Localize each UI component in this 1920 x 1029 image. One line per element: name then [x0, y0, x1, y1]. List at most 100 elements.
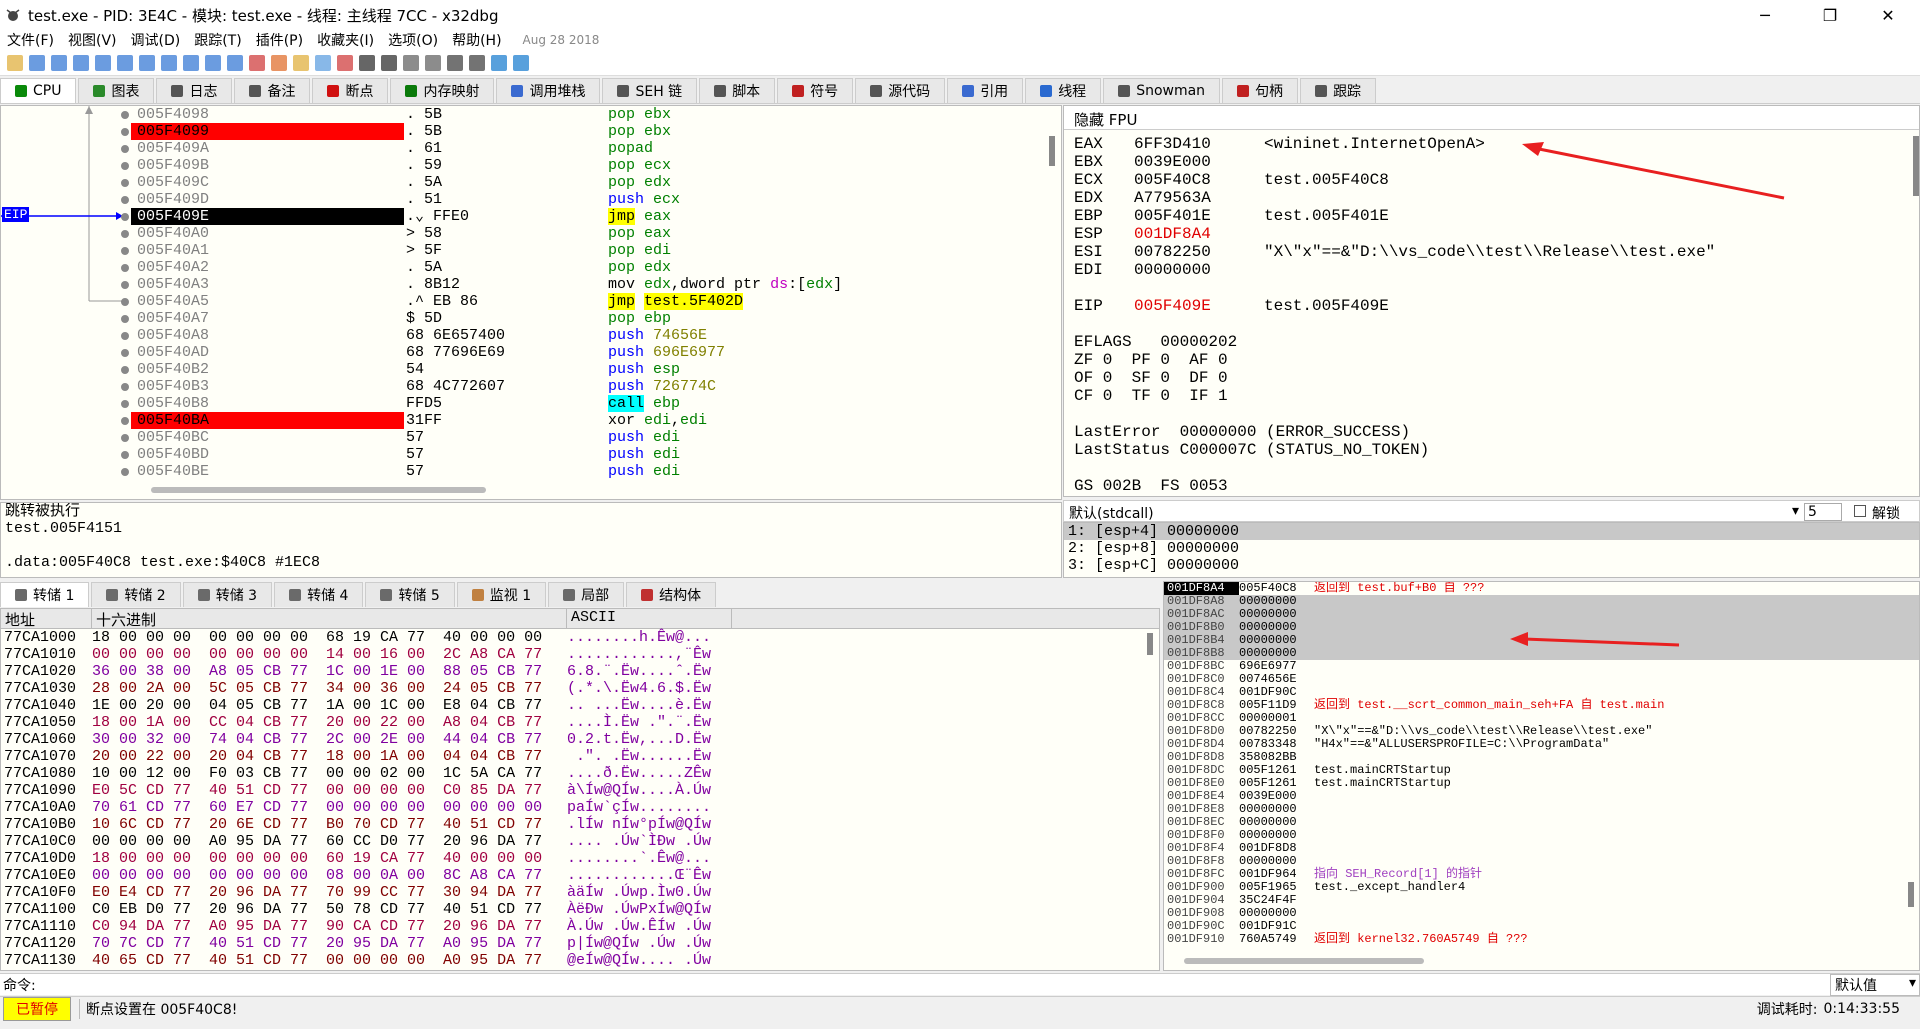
disasm-address[interactable]: 005F40BE — [121, 463, 404, 480]
unlock-checkbox[interactable] — [1854, 505, 1866, 517]
disasm-instruction[interactable]: push 696E6977 — [608, 344, 1048, 361]
breakpoint-dot-icon[interactable] — [121, 162, 129, 170]
disasm-instruction[interactable]: pop ebp — [608, 310, 1048, 327]
tab-6[interactable]: 调用堆栈 — [496, 78, 601, 103]
bookmark-icon[interactable] — [337, 54, 353, 71]
disasm-instruction[interactable]: push edi — [608, 463, 1048, 480]
dump-row[interactable]: 77CA1050 18 00 1A 00 CC 04 CB 77 20 00 22… — [1, 714, 1159, 731]
disasm-address[interactable]: 005F409C — [121, 174, 404, 191]
register-row[interactable]: EDI 00000000 — [1064, 261, 1919, 279]
disasm-address[interactable]: 005F40A7 — [121, 310, 404, 327]
dump-row[interactable]: 77CA10D0 18 00 00 00 00 00 00 00 60 19 CA… — [1, 850, 1159, 867]
dump-row[interactable]: 77CA1040 1E 00 20 00 04 05 CB 77 1A 00 1C… — [1, 697, 1159, 714]
breakpoint-dot-icon[interactable] — [121, 230, 129, 238]
maximize-button[interactable]: ❐ — [1800, 0, 1860, 30]
register-row[interactable]: EDX A779563A — [1064, 189, 1919, 207]
dump-tab-4[interactable]: 转储 5 — [365, 582, 455, 607]
disasm-instruction[interactable]: push 726774C — [608, 378, 1048, 395]
tab-5[interactable]: 内存映射 — [390, 78, 495, 103]
breakpoint-dot-icon[interactable] — [121, 383, 129, 391]
disasm-instruction[interactable]: jmp test.5F402D — [608, 293, 1048, 310]
menu-debug[interactable]: 调试(D) — [131, 30, 181, 50]
dump-tab-5[interactable]: 监视 1 — [456, 582, 547, 607]
tab-7[interactable]: SEH 链 — [602, 78, 698, 103]
disasm-instruction[interactable]: pop ecx — [608, 157, 1048, 174]
tab-13[interactable]: Snowman — [1103, 78, 1221, 103]
registers-scrollbar[interactable] — [1913, 136, 1919, 196]
dump-tab-3[interactable]: 转储 4 — [274, 582, 364, 607]
fpu-toggle[interactable]: 隐藏 FPU — [1064, 106, 1919, 130]
menu-help[interactable]: 帮助(H) — [452, 30, 501, 50]
menu-file[interactable]: 文件(F) — [7, 30, 54, 50]
breakpoint-dot-icon[interactable] — [121, 451, 129, 459]
dump-row[interactable]: 77CA10F0 E0 E4 CD 77 20 96 DA 77 70 99 CC… — [1, 884, 1159, 901]
tab-0[interactable]: CPU — [0, 78, 77, 103]
dump-row[interactable]: 77CA1090 E0 5C CD 77 40 51 CD 77 00 00 00… — [1, 782, 1159, 799]
disasm-instruction[interactable]: pop edx — [608, 174, 1048, 191]
disasm-instruction[interactable]: pop eax — [608, 225, 1048, 242]
disasm-instruction[interactable]: push esp — [608, 361, 1048, 378]
menu-options[interactable]: 选项(O) — [388, 30, 438, 50]
disasm-instruction[interactable]: call ebp — [608, 395, 1048, 412]
comment-icon[interactable] — [293, 54, 309, 71]
disasm-address[interactable]: 005F409B — [121, 157, 404, 174]
disasm-address[interactable]: 005F40B3 — [121, 378, 404, 395]
breakpoint-dot-icon[interactable] — [121, 196, 129, 204]
tab-4[interactable]: 断点 — [312, 78, 389, 103]
dump-row[interactable]: 77CA1030 28 00 2A 00 5C 05 CB 77 34 00 36… — [1, 680, 1159, 697]
trace-over-icon[interactable] — [183, 54, 199, 71]
disasm-instruction[interactable]: pop ebx — [608, 123, 1048, 140]
breakpoint-dot-icon[interactable] — [121, 434, 129, 442]
dump-tab-6[interactable]: 局部 — [548, 582, 625, 607]
pause-icon[interactable] — [95, 54, 111, 71]
menu-trace[interactable]: 跟踪(T) — [194, 30, 241, 50]
calculator-icon[interactable] — [425, 54, 441, 71]
dump-row[interactable]: 77CA1130 40 65 CD 77 40 51 CD 77 00 00 00… — [1, 952, 1159, 969]
breakpoint-dot-icon[interactable] — [121, 332, 129, 340]
tab-1[interactable]: 图表 — [78, 78, 155, 103]
dump-tab-0[interactable]: 转储 1 — [0, 582, 90, 607]
disasm-instruction[interactable]: xor edi,edi — [608, 412, 1048, 429]
disasm-instruction[interactable]: push edi — [608, 429, 1048, 446]
dump-row[interactable]: 77CA1070 20 00 22 00 20 04 CB 77 18 00 1A… — [1, 748, 1159, 765]
settings-icon[interactable] — [447, 54, 463, 71]
stack-vscrollbar[interactable] — [1908, 882, 1914, 907]
help-icon[interactable] — [513, 54, 529, 71]
stack-row[interactable]: 001DF910 760A5749 返回到 kernel32.760A5749 自 … — [1164, 933, 1919, 946]
disasm-instruction[interactable]: mov edx,dword ptr ds:[edx] — [608, 276, 1048, 293]
disasm-address[interactable]: 005F40A8 — [121, 327, 404, 344]
dump-row[interactable]: 77CA1080 10 00 12 00 F0 03 CB 77 00 00 02… — [1, 765, 1159, 782]
register-row[interactable]: ECX 005F40C8 test.005F40C8 — [1064, 171, 1919, 189]
script-icon[interactable] — [491, 54, 507, 71]
font-icon[interactable] — [271, 54, 287, 71]
register-row[interactable] — [1064, 279, 1919, 297]
tab-9[interactable]: 符号 — [777, 78, 854, 103]
label-icon[interactable] — [315, 54, 331, 71]
disasm-address[interactable]: 005F409E — [121, 208, 404, 225]
disasm-instruction[interactable]: popad — [608, 140, 1048, 157]
breakpoint-dot-icon[interactable] — [121, 349, 129, 357]
disasm-address[interactable]: 005F409D — [121, 191, 404, 208]
breakpoint-dot-icon[interactable] — [121, 315, 129, 323]
step-into-icon[interactable] — [117, 54, 133, 71]
register-row[interactable]: ESP 001DF8A4 — [1064, 225, 1919, 243]
disasm-address[interactable]: 005F409A — [121, 140, 404, 157]
vertical-scrollbar[interactable] — [1049, 136, 1055, 166]
tab-10[interactable]: 源代码 — [855, 78, 946, 103]
stop-icon[interactable] — [51, 54, 67, 71]
tab-11[interactable]: 引用 — [947, 78, 1024, 103]
menu-view[interactable]: 视图(V) — [68, 30, 117, 50]
dump-row[interactable]: 77CA10A0 70 61 CD 77 60 E7 CD 77 00 00 00… — [1, 799, 1159, 816]
animate-icon[interactable] — [249, 54, 265, 71]
tab-8[interactable]: 脚本 — [699, 78, 776, 103]
breakpoint-dot-icon[interactable] — [121, 128, 129, 136]
dump-tab-2[interactable]: 转储 3 — [182, 582, 273, 607]
open-icon[interactable] — [7, 54, 23, 71]
step-over-icon[interactable] — [139, 54, 155, 71]
command-mode-select[interactable]: 默认值 ▾ — [1830, 973, 1920, 996]
function-icon[interactable] — [359, 54, 375, 71]
register-row[interactable]: EBX 0039E000 — [1064, 153, 1919, 171]
tab-14[interactable]: 句柄 — [1222, 78, 1299, 103]
dump-tab-7[interactable]: 结构体 — [626, 582, 717, 607]
breakpoint-dot-icon[interactable] — [121, 417, 129, 425]
